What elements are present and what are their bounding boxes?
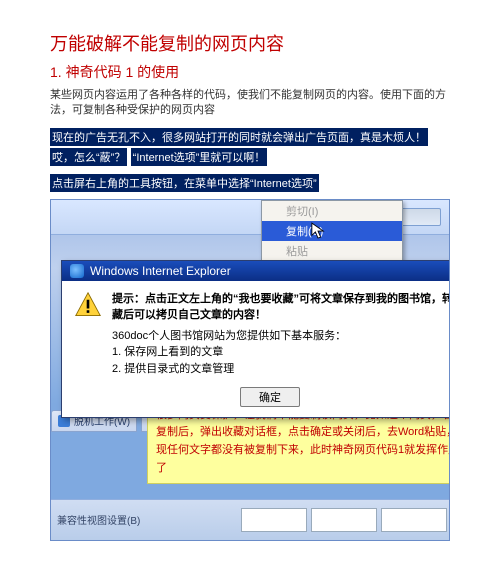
dialog-titlebar: Windows Internet Explorer — [62, 261, 450, 281]
dialog-headline: 提示：点击正文左上角的“我也要收藏”可将文章保存到我的图书馆，转收藏后可以拷贝自… — [112, 291, 450, 324]
menu-item-copy[interactable]: 复制(C) — [262, 221, 402, 241]
menu-item-paste[interactable]: 粘贴 — [262, 241, 402, 261]
thumbnail[interactable] — [241, 508, 307, 532]
bottom-label: 兼容性视图设置(B) — [57, 512, 140, 527]
highlight-line-2a: 哎，怎么“蔽”？ — [50, 148, 127, 166]
highlight-line-1: 现在的广告无孔不入，很多网站打开的同时就会弹出广告页面，真是木烦人！ — [50, 128, 428, 146]
highlight-step: 点击屏右上角的工具按钮，在菜单中选择“Internet选项” — [50, 174, 319, 192]
alert-dialog: Windows Internet Explorer 提示：点击正文左上角的“我也… — [61, 260, 450, 419]
thumbnail[interactable] — [381, 508, 447, 532]
bottom-bar: 兼容性视图设置(B) — [51, 499, 449, 540]
thumbnail[interactable] — [311, 508, 377, 532]
dialog-line-3: 2. 提供目录式的文章管理 — [112, 361, 450, 378]
dialog-message: 提示：点击正文左上角的“我也要收藏”可将文章保存到我的图书馆，转收藏后可以拷贝自… — [112, 291, 450, 378]
ok-button[interactable]: 确定 — [240, 387, 300, 407]
cursor-icon — [311, 222, 325, 240]
warning-icon — [74, 291, 102, 319]
intro-text: 某些网页内容运用了各种各样的代码，使我们不能复制网页的内容。使用下面的方法，可复… — [50, 88, 450, 119]
highlight-line-2b: “Internet选项”里就可以啊！ — [131, 148, 268, 166]
menu-item-cut[interactable]: 剪切(I) — [262, 201, 402, 221]
screenshot-stage: Live Search 剪切(I) 复制(C) 粘贴 全选 (A) 打印(I)…… — [50, 199, 450, 541]
dialog-title: Windows Internet Explorer — [90, 264, 231, 278]
dialog-line-1: 360doc个人图书馆网站为您提供如下基本服务： — [112, 328, 450, 345]
dialog-line-2: 1. 保存网上看到的文章 — [112, 344, 450, 361]
highlight-block: 现在的广告无孔不入，很多网站打开的同时就会弹出广告页面，真是木烦人！ 哎，怎么“… — [50, 127, 450, 193]
page-title: 万能破解不能复制的网页内容 — [50, 30, 450, 56]
ie-icon — [70, 264, 84, 278]
section-heading: 1. 神奇代码 1 的使用 — [50, 62, 450, 82]
